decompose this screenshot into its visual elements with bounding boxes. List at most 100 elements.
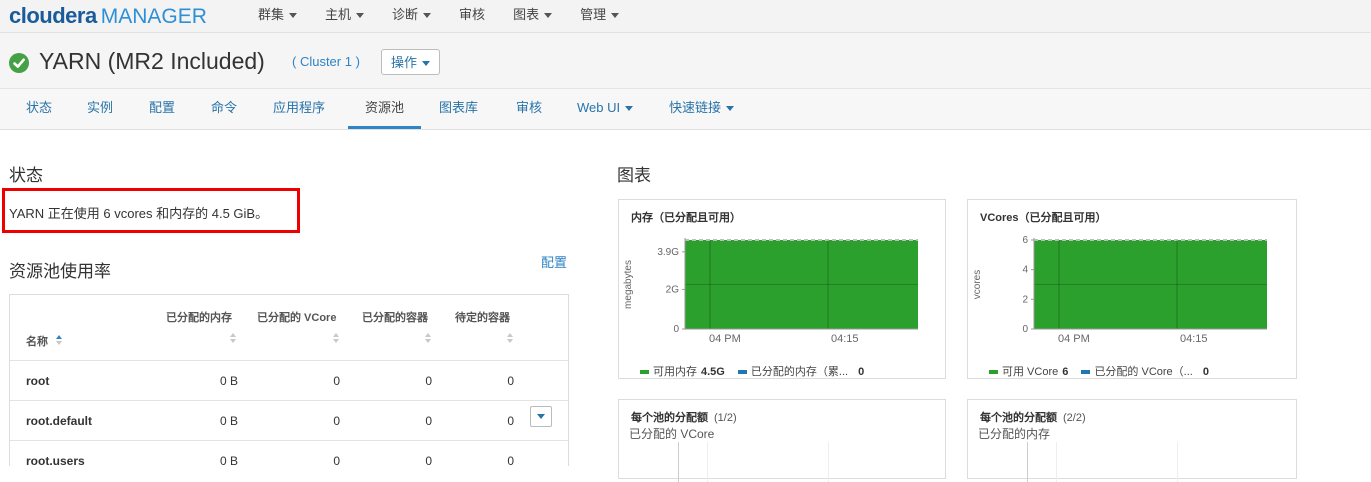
legend-label: 可用内存 (653, 366, 697, 378)
topnav-diagnostics[interactable]: 诊断 (378, 0, 445, 32)
y-tick-label: 0 (673, 324, 679, 335)
cell-pending-containers: 0 (507, 454, 514, 466)
cloudera-manager-logo[interactable]: cloudera MANAGER (9, 3, 207, 29)
col-header-name[interactable]: 名称 (26, 333, 63, 349)
y-axis-label: megabytes (623, 260, 634, 309)
x-tick-label: 04 PM (1058, 333, 1090, 345)
cluster-link[interactable]: ( Cluster 1 ) (292, 54, 360, 69)
y-tick-label: 2 (1022, 294, 1028, 305)
tab-commands[interactable]: 命令 (211, 89, 237, 129)
caret-down-icon (422, 61, 430, 67)
actions-label: 操作 (390, 55, 417, 70)
y-axis-line (678, 442, 679, 482)
sort-icon[interactable] (506, 333, 514, 343)
col-header-allocated-containers[interactable]: 已分配的容器 (362, 309, 428, 325)
tab-configuration[interactable]: 配置 (149, 89, 175, 129)
legend-swatch (737, 370, 747, 375)
sort-icon[interactable] (229, 333, 237, 343)
chart-title-text: 每个池的分配额 (631, 412, 708, 424)
pool-name[interactable]: root.users (26, 454, 85, 466)
legend-swatch (989, 370, 998, 375)
pool-name[interactable]: root.default (26, 414, 92, 428)
cell-allocated-containers: 0 (425, 454, 432, 466)
tab-chart-library[interactable]: 图表库 (439, 89, 478, 129)
cell-allocated-memory: 0 B (219, 414, 238, 428)
gridline (707, 442, 708, 482)
tab-applications[interactable]: 应用程序 (273, 89, 325, 129)
chart-legend: 可用内存 4.5G 已分配的内存（累... 0 (640, 363, 864, 379)
tab-instances[interactable]: 实例 (87, 89, 113, 129)
legend-label: 已分配的 VCore（... (1094, 366, 1193, 378)
cell-pending-containers: 0 (507, 414, 514, 428)
alloc-memory-panel: 每个池的分配额 (2/2) 已分配的内存 (967, 399, 1297, 482)
sort-icon[interactable] (332, 333, 340, 343)
tab-web-ui[interactable]: Web UI (577, 89, 634, 129)
tab-resource-pools[interactable]: 资源池 (348, 89, 421, 129)
alloc-vcore-panel: 每个池的分配额 (1/2) 已分配的 VCore (618, 399, 946, 482)
legend-item[interactable]: 已分配的 VCore（... 0 (1081, 366, 1209, 378)
legend-label: 可用 VCore (1002, 366, 1059, 378)
legend-value: 0 (858, 366, 865, 378)
table-row: root.default 0 B 0 0 0 (10, 400, 568, 441)
top-menu: 群集 主机 诊断 审核 图表 管理 (244, 0, 633, 32)
tab-quick-links[interactable]: 快速链接 (669, 89, 735, 129)
cell-allocated-memory: 0 B (219, 454, 238, 466)
x-tick-label: 04 PM (709, 333, 741, 345)
chart-page-count: (1/2) (714, 412, 737, 424)
pool-name[interactable]: root (26, 374, 49, 388)
caret-down-icon (289, 13, 298, 19)
legend-item[interactable]: 可用内存 4.5G (640, 366, 725, 378)
cell-pending-containers: 0 (507, 374, 514, 388)
topnav-charts[interactable]: 图表 (499, 0, 566, 32)
caret-down-icon (726, 106, 735, 112)
col-header-label: 名称 (26, 336, 48, 348)
tab-audits[interactable]: 审核 (516, 89, 542, 129)
topnav-label: 管理 (580, 7, 607, 22)
topnav-label: 图表 (513, 7, 540, 22)
chart-subtitle: 已分配的内存 (978, 427, 1051, 441)
memory-chart[interactable]: megabytes 0 2G 3.9G 04 PM 04:15 (619, 214, 945, 364)
chart-legend: 可用 VCore 6 已分配的 VCore（... 0 (989, 363, 1209, 379)
sort-icon[interactable] (424, 333, 432, 343)
topnav-label: 主机 (325, 7, 352, 22)
pool-usage-table: 名称 已分配的内存 已分配的 VCore 已分配的容器 待定的容器 root 0… (9, 294, 569, 466)
topnav-admin[interactable]: 管理 (566, 0, 633, 32)
y-axis-label: vcores (972, 270, 983, 299)
caret-down-icon (356, 13, 365, 19)
vcores-chart[interactable]: vcores 0 2 4 6 04 PM 04:15 (968, 214, 1296, 364)
topnav-audits[interactable]: 审核 (445, 0, 499, 32)
caret-down-icon (611, 13, 620, 19)
gridline (828, 442, 829, 482)
logo-text-bold: cloudera (9, 3, 97, 28)
topnav-hosts[interactable]: 主机 (311, 0, 378, 32)
caret-down-icon (537, 414, 545, 419)
y-tick-label: 6 (1022, 235, 1028, 246)
row-actions-dropdown[interactable] (530, 406, 552, 427)
memory-chart-panel: 内存（已分配且可用） megabytes 0 2G 3.9G 04 PM 04:15 可用… (618, 199, 946, 379)
caret-down-icon (625, 106, 634, 112)
col-header-allocated-memory[interactable]: 已分配的内存 (166, 309, 232, 325)
x-tick-label: 04:15 (1180, 333, 1208, 345)
y-tick-label: 4 (1022, 265, 1028, 276)
actions-button[interactable]: 操作 (381, 49, 440, 75)
legend-value: 4.5G (701, 366, 725, 378)
topnav-cluster[interactable]: 群集 (244, 0, 311, 32)
legend-swatch (1081, 370, 1091, 375)
legend-item[interactable]: 可用 VCore 6 (989, 366, 1068, 378)
topnav-label: 群集 (258, 7, 285, 22)
tab-status[interactable]: 状态 (26, 89, 52, 129)
service-title: YARN (MR2 Included) (39, 48, 265, 74)
y-tick-label: 2G (666, 284, 680, 295)
configure-link[interactable]: 配置 (541, 252, 567, 271)
col-header-allocated-vcores[interactable]: 已分配的 VCore (257, 309, 336, 325)
logo-text-light: MANAGER (100, 5, 207, 28)
topnav-label: 诊断 (392, 7, 419, 22)
caret-down-icon (423, 13, 432, 19)
chart-title: 每个池的分配额 (1/2) (631, 409, 737, 425)
legend-value: 0 (1202, 366, 1209, 378)
pool-usage-heading: 资源池使用率 (9, 262, 111, 281)
col-header-pending-containers[interactable]: 待定的容器 (455, 309, 510, 325)
tab-label: Web UI (577, 100, 621, 115)
legend-item[interactable]: 已分配的内存（累... 0 (737, 366, 865, 378)
table-row: root.users 0 B 0 0 0 (10, 440, 568, 466)
